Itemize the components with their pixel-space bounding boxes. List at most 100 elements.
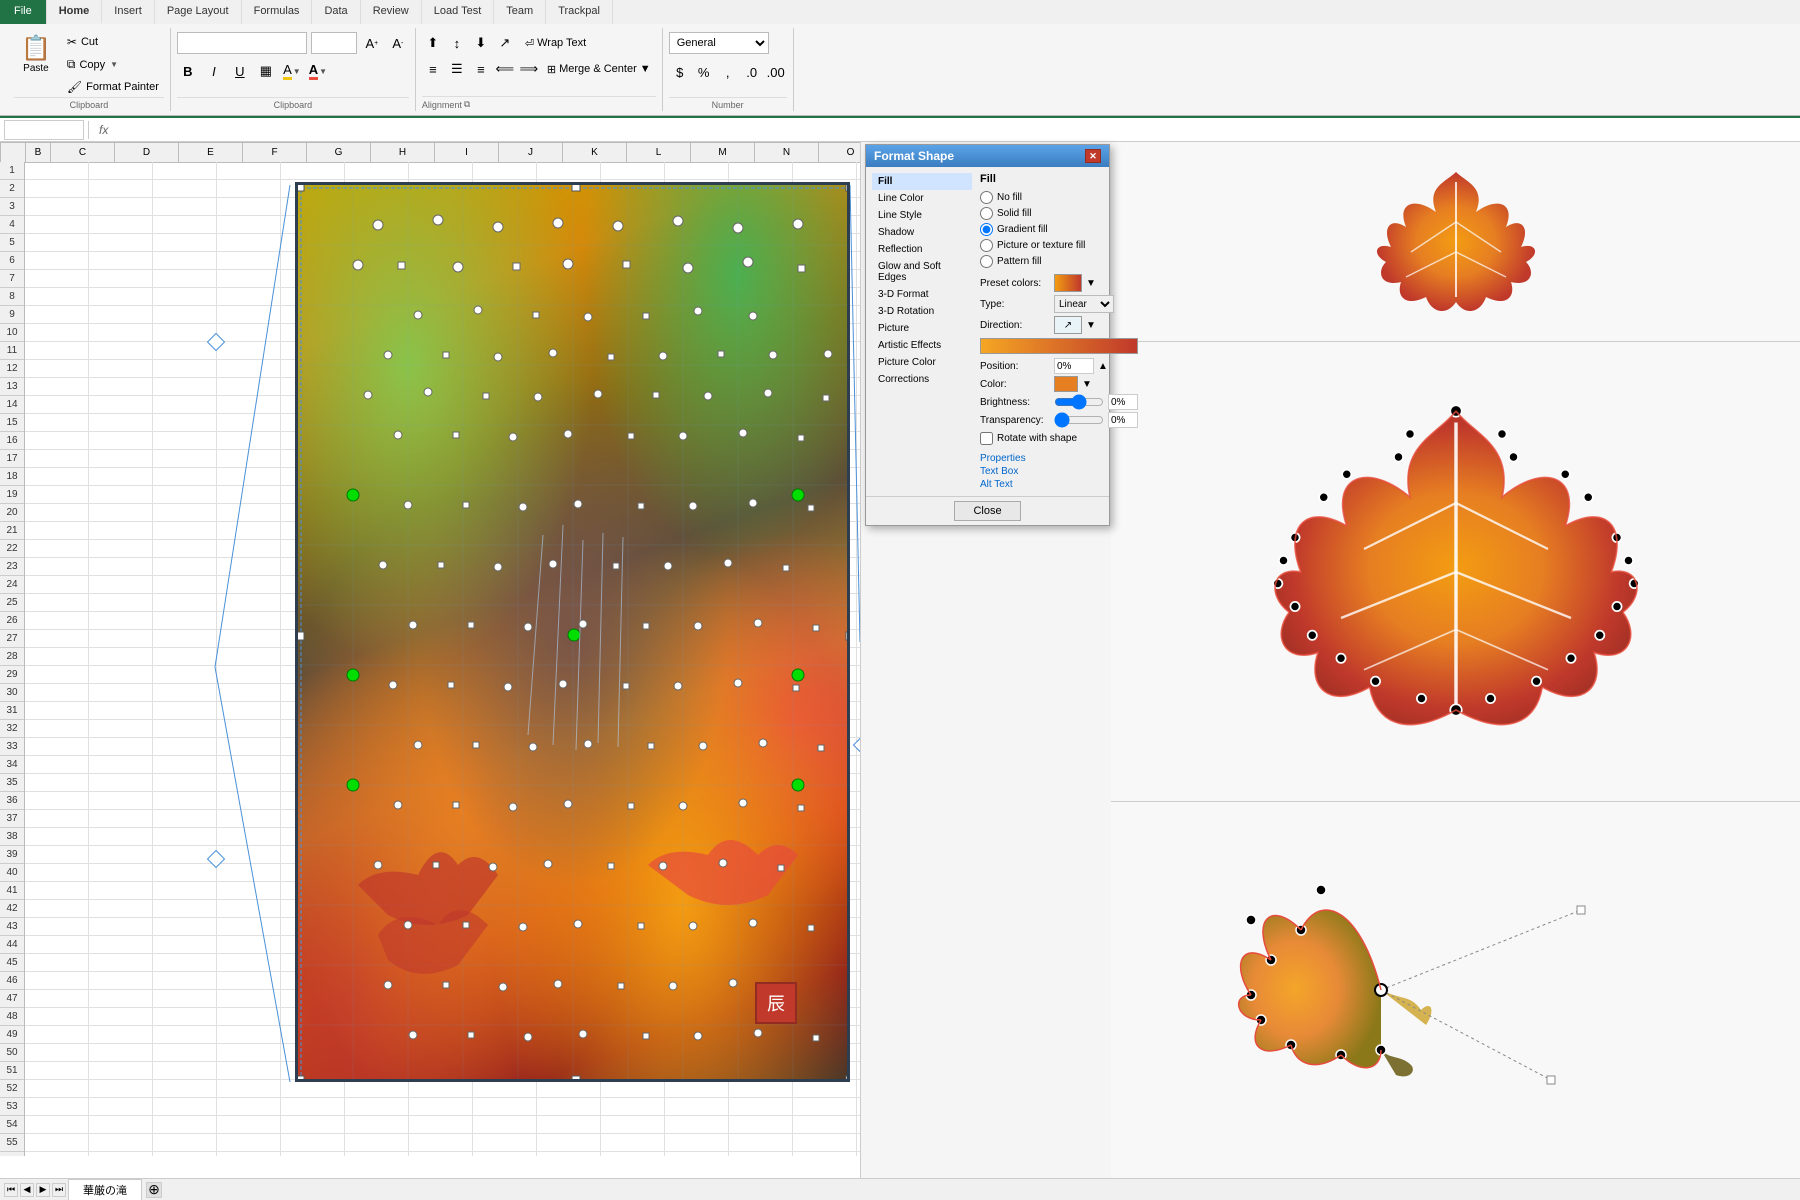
transparency-input[interactable] (1108, 412, 1138, 428)
font-size-input[interactable] (311, 32, 357, 54)
text-box-link[interactable]: Text Box (980, 466, 1138, 477)
grid-cell[interactable] (25, 774, 89, 792)
grid-cell[interactable] (537, 1080, 601, 1098)
dialog-nav-picture[interactable]: Picture (872, 320, 972, 337)
grid-cell[interactable] (217, 1044, 281, 1062)
position-input[interactable] (1054, 358, 1094, 374)
color-picker-swatch[interactable] (1054, 376, 1078, 392)
grid-cell[interactable] (89, 1062, 153, 1080)
grid-cell[interactable] (25, 900, 89, 918)
bold-button[interactable]: B (177, 60, 199, 82)
tab-formulas[interactable]: Formulas (242, 0, 313, 24)
grid-cell[interactable] (601, 1152, 665, 1156)
grid-cell[interactable] (25, 468, 89, 486)
grid-cell[interactable] (153, 1098, 217, 1116)
dialog-nav-artistic[interactable]: Artistic Effects (872, 337, 972, 354)
grid-cell[interactable] (25, 846, 89, 864)
grid-cell[interactable] (25, 666, 89, 684)
grid-cell[interactable] (153, 594, 217, 612)
italic-button[interactable]: I (203, 60, 225, 82)
grid-cell[interactable] (217, 684, 281, 702)
grid-cell[interactable] (153, 1080, 217, 1098)
align-right-button[interactable]: ≡ (470, 58, 492, 80)
grid-cell[interactable] (89, 306, 153, 324)
tab-team[interactable]: Team (494, 0, 546, 24)
grid-cell[interactable] (25, 720, 89, 738)
col-header-K[interactable]: K (563, 143, 627, 163)
grid-cell[interactable] (665, 1152, 729, 1156)
grid-cell[interactable] (89, 1026, 153, 1044)
grid-cell[interactable] (217, 252, 281, 270)
formula-input[interactable] (118, 120, 1796, 140)
grid-cell[interactable] (729, 1080, 793, 1098)
pattern-fill-radio[interactable] (980, 255, 993, 268)
grid-cell[interactable] (153, 1044, 217, 1062)
grid-cell[interactable] (793, 162, 857, 180)
grid-cell[interactable] (25, 630, 89, 648)
grid-cell[interactable] (89, 162, 153, 180)
grid-cell[interactable] (217, 1134, 281, 1152)
grid-cell[interactable] (217, 990, 281, 1008)
underline-button[interactable]: U (229, 60, 251, 82)
dialog-nav-reflection[interactable]: Reflection (872, 241, 972, 258)
grid-cell[interactable] (217, 630, 281, 648)
grid-cell[interactable] (89, 180, 153, 198)
grid-cell[interactable] (153, 342, 217, 360)
grid-cell[interactable] (217, 180, 281, 198)
dialog-nav-shadow[interactable]: Shadow (872, 224, 972, 241)
tab-nav-last[interactable]: ⏭ (52, 1183, 66, 1197)
copy-button[interactable]: ⧉ Copy ▼ (62, 54, 164, 75)
grid-cell[interactable] (217, 1026, 281, 1044)
grid-cell[interactable] (153, 162, 217, 180)
tab-data[interactable]: Data (312, 0, 360, 24)
text-angle-button[interactable]: ↗ (494, 32, 516, 54)
grid-cell[interactable] (89, 990, 153, 1008)
grid-cell[interactable] (25, 198, 89, 216)
grid-cell[interactable] (217, 774, 281, 792)
grid-cell[interactable] (89, 630, 153, 648)
grid-cell[interactable] (25, 216, 89, 234)
grid-cell[interactable] (217, 1080, 281, 1098)
grid-cell[interactable] (217, 612, 281, 630)
grid-cell[interactable] (729, 162, 793, 180)
dialog-nav-fill[interactable]: Fill (872, 173, 972, 190)
grid-cell[interactable] (153, 234, 217, 252)
grid-cell[interactable] (89, 360, 153, 378)
grid-cell[interactable] (25, 234, 89, 252)
brightness-slider[interactable] (1054, 397, 1104, 407)
grid-cell[interactable] (89, 720, 153, 738)
grid-cell[interactable] (153, 1062, 217, 1080)
grid-cell[interactable] (345, 1152, 409, 1156)
decrease-decimal-button[interactable]: .0 (741, 61, 763, 83)
grid-cell[interactable] (25, 504, 89, 522)
col-header-F[interactable]: F (243, 143, 307, 163)
grid-cell[interactable] (217, 324, 281, 342)
grid-cell[interactable] (89, 828, 153, 846)
grid-cell[interactable] (153, 198, 217, 216)
grid-cell[interactable] (89, 954, 153, 972)
grid-cell[interactable] (89, 486, 153, 504)
grid-cell[interactable] (153, 360, 217, 378)
grid-cell[interactable] (25, 378, 89, 396)
cut-button[interactable]: ✂ Cut (62, 32, 164, 52)
col-header-I[interactable]: I (435, 143, 499, 163)
grid-cell[interactable] (25, 540, 89, 558)
tab-review[interactable]: Review (361, 0, 422, 24)
grid-cell[interactable] (601, 1134, 665, 1152)
no-fill-radio[interactable] (980, 191, 993, 204)
grid-cell[interactable] (25, 360, 89, 378)
grid-cell[interactable] (345, 1134, 409, 1152)
grid-cell[interactable] (25, 1152, 89, 1156)
grid-cell[interactable] (89, 432, 153, 450)
grid-cell[interactable] (409, 162, 473, 180)
grid-cell[interactable] (89, 414, 153, 432)
grid-cell[interactable] (153, 1008, 217, 1026)
grid-cell[interactable] (153, 450, 217, 468)
grid-cell[interactable] (153, 504, 217, 522)
grid-cell[interactable] (25, 738, 89, 756)
grid-cell[interactable] (89, 972, 153, 990)
grid-cell[interactable] (217, 846, 281, 864)
col-header-B[interactable]: B (26, 143, 51, 163)
tab-page-layout[interactable]: Page Layout (155, 0, 242, 24)
grid-cell[interactable] (217, 270, 281, 288)
